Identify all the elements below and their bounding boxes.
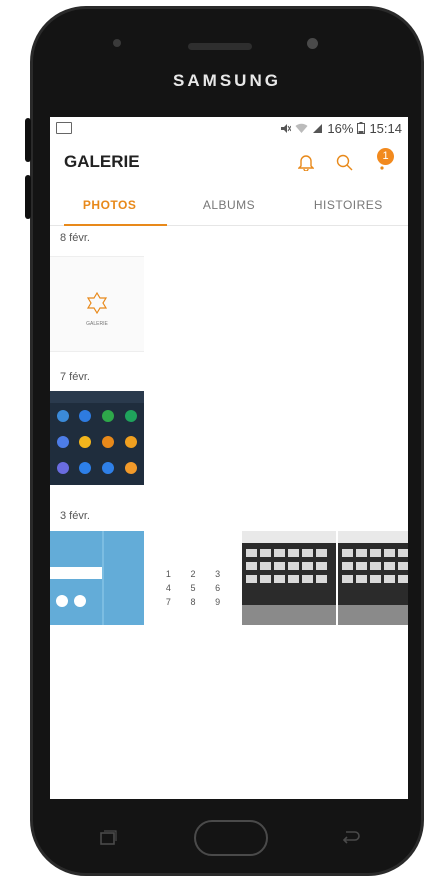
phone-frame: SAMSUNG 16% 15:14 GALERIE 1 PHOTOS ALBUM… <box>30 6 424 876</box>
recent-apps-icon[interactable] <box>99 830 117 846</box>
back-icon[interactable] <box>341 830 361 844</box>
gallery-app-icon <box>86 291 108 315</box>
dialer-key: 6 <box>215 583 221 593</box>
date-header: 7 févr. <box>60 371 90 383</box>
photo-thumbnail[interactable]: GALERIE <box>50 256 144 352</box>
front-sensor <box>113 39 121 47</box>
dialer-key: 3 <box>215 569 221 579</box>
front-camera <box>307 38 318 49</box>
gallery-app-label: GALERIE <box>86 321 108 327</box>
dialer-key: 4 <box>165 583 171 593</box>
dialer-key: 9 <box>215 597 221 607</box>
tab-histoires[interactable]: HISTOIRES <box>289 185 408 225</box>
app-actions: 1 <box>294 148 394 174</box>
dialer-key: 7 <box>165 597 171 607</box>
photo-thumbnail[interactable] <box>338 531 408 625</box>
photo-thumbnail[interactable]: 1 2 3 4 5 6 7 8 9 <box>146 531 240 625</box>
search-button[interactable] <box>332 150 356 174</box>
dialer-keypad: 1 2 3 4 5 6 7 8 9 <box>156 569 230 607</box>
date-header: 8 févr. <box>60 232 90 244</box>
bell-icon <box>298 155 314 171</box>
clock: 15:14 <box>369 120 402 136</box>
search-icon <box>336 154 352 170</box>
battery-icon <box>357 122 366 134</box>
keyboard-photo-icon <box>242 531 336 625</box>
status-bar: 16% 15:14 <box>50 117 408 139</box>
notifications-button[interactable] <box>294 150 318 174</box>
tab-albums[interactable]: ALBUMS <box>169 185 288 225</box>
signal-icon <box>313 123 323 133</box>
image-notification-icon <box>56 122 72 134</box>
app-bar: GALERIE 1 <box>50 139 408 185</box>
earpiece-speaker <box>188 43 252 50</box>
photo-thumbnail[interactable] <box>50 391 144 485</box>
phone-top-bezel: SAMSUNG <box>33 9 421 119</box>
home-button[interactable] <box>194 820 268 856</box>
apps-screenshot-icon <box>50 391 144 474</box>
tab-bar: PHOTOS ALBUMS HISTOIRES <box>50 185 408 226</box>
volume-button[interactable] <box>25 118 31 162</box>
date-header: 3 févr. <box>60 510 90 522</box>
dialer-key: 2 <box>190 569 196 579</box>
photo-grid: 8 févr. GALERIE 7 févr. 3 févr. 1 2 3 4 … <box>50 226 408 799</box>
photo-thumbnail[interactable] <box>242 531 336 625</box>
hardware-nav-bar <box>33 802 421 873</box>
wifi-icon <box>295 123 308 133</box>
settings-screenshot-icon <box>50 531 144 625</box>
status-right: 16% 15:14 <box>279 121 402 136</box>
mute-icon <box>281 123 292 133</box>
screen: 16% 15:14 GALERIE 1 PHOTOS ALBUMS HISTOI… <box>50 117 408 799</box>
notification-badge: 1 <box>377 148 394 165</box>
photo-thumbnail[interactable] <box>50 531 144 625</box>
keyboard-photo-icon <box>338 531 408 625</box>
dialer-key: 1 <box>165 569 171 579</box>
app-title: GALERIE <box>64 152 140 171</box>
more-options-button[interactable]: 1 <box>370 148 394 174</box>
brand-logo: SAMSUNG <box>173 71 281 90</box>
volume-button[interactable] <box>25 175 31 219</box>
tab-photos[interactable]: PHOTOS <box>50 185 169 226</box>
dialer-key: 8 <box>190 597 196 607</box>
battery-percent: 16% <box>327 120 354 136</box>
dialer-key: 5 <box>190 583 196 593</box>
